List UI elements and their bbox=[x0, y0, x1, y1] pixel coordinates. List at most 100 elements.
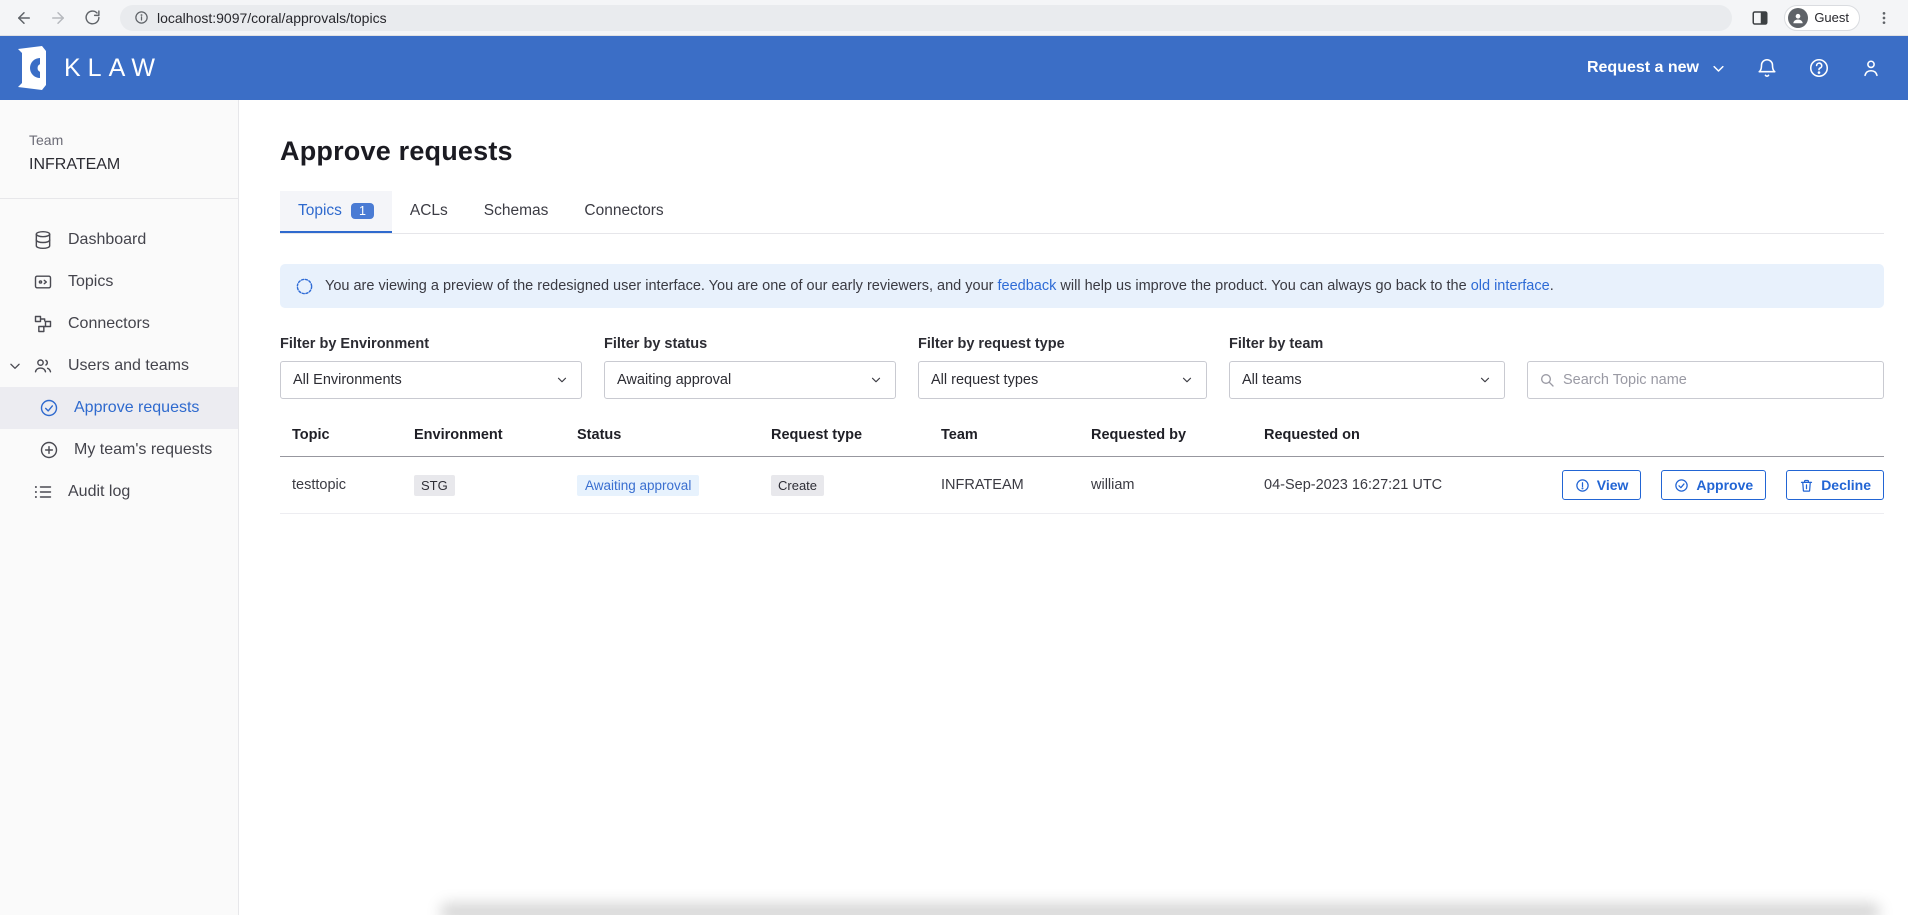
help-button[interactable] bbox=[1808, 57, 1830, 79]
view-button-label: View bbox=[1597, 477, 1629, 493]
col-header-requested-by: Requested by bbox=[1079, 427, 1252, 443]
filter-team-label: Filter by team bbox=[1229, 336, 1505, 352]
notifications-button[interactable] bbox=[1756, 57, 1778, 79]
status-select[interactable]: Awaiting approval bbox=[604, 361, 896, 399]
request-type-select[interactable]: All request types bbox=[918, 361, 1207, 399]
chevron-down-icon bbox=[555, 373, 569, 387]
cell-team: INFRATEAM bbox=[929, 477, 1079, 493]
users-icon bbox=[32, 356, 54, 376]
browser-forward-button[interactable] bbox=[44, 4, 72, 32]
request-a-new-button[interactable]: Request a new bbox=[1587, 59, 1726, 77]
filter-environment-label: Filter by Environment bbox=[280, 336, 582, 352]
browser-back-button[interactable] bbox=[10, 4, 38, 32]
help-icon bbox=[1808, 57, 1830, 79]
search-input[interactable] bbox=[1563, 372, 1872, 388]
sidebar-nav: Dashboard Topics Connectors Users and te… bbox=[0, 219, 238, 513]
sidebar-item-connectors[interactable]: Connectors bbox=[0, 303, 238, 345]
request-type-select-value: All request types bbox=[931, 372, 1180, 388]
browser-profile-chip[interactable]: Guest bbox=[1784, 5, 1860, 31]
request-type-badge: Create bbox=[771, 475, 824, 496]
col-header-team: Team bbox=[929, 427, 1079, 443]
sidebar-item-label: Dashboard bbox=[68, 231, 146, 249]
col-header-topic: Topic bbox=[280, 427, 402, 443]
filter-request-type-label: Filter by request type bbox=[918, 336, 1207, 352]
table-header-row: Topic Environment Status Request type Te… bbox=[280, 427, 1884, 457]
filter-environment: Filter by Environment All Environments bbox=[280, 336, 582, 399]
trash-icon bbox=[1799, 478, 1814, 493]
side-panel-button[interactable] bbox=[1746, 4, 1774, 32]
sidebar-item-topics[interactable]: Topics bbox=[0, 261, 238, 303]
cell-requested-on: 04-Sep-2023 16:27:21 UTC bbox=[1252, 477, 1549, 493]
tab-acls[interactable]: ACLs bbox=[392, 191, 466, 233]
url-text: localhost:9097/coral/approvals/topics bbox=[157, 10, 387, 26]
decline-button[interactable]: Decline bbox=[1786, 470, 1884, 500]
request-a-new-label: Request a new bbox=[1587, 59, 1699, 77]
requests-table: Topic Environment Status Request type Te… bbox=[280, 427, 1884, 514]
team-block: Team INFRATEAM bbox=[0, 100, 238, 199]
sidebar-item-label: My team's requests bbox=[74, 441, 212, 459]
sidebar-item-label: Approve requests bbox=[74, 399, 199, 417]
sidebar-item-dashboard[interactable]: Dashboard bbox=[0, 219, 238, 261]
sidebar-item-label: Connectors bbox=[68, 315, 150, 333]
banner-text-start: You are viewing a preview of the redesig… bbox=[325, 278, 998, 294]
approve-button-label: Approve bbox=[1696, 477, 1753, 493]
info-circle-icon bbox=[1575, 478, 1590, 493]
row-actions: View Approve Decline bbox=[1549, 470, 1884, 500]
team-select[interactable]: All teams bbox=[1229, 361, 1505, 399]
page-title: Approve requests bbox=[280, 136, 1884, 167]
tab-bar: Topics 1 ACLs Schemas Connectors bbox=[280, 191, 1884, 234]
col-header-status: Status bbox=[565, 427, 759, 443]
address-bar[interactable]: localhost:9097/coral/approvals/topics bbox=[120, 5, 1732, 31]
reload-icon bbox=[84, 9, 101, 26]
filter-bar: Filter by Environment All Environments F… bbox=[280, 336, 1884, 399]
avatar bbox=[1788, 8, 1808, 28]
view-button[interactable]: View bbox=[1562, 470, 1642, 500]
approve-button[interactable]: Approve bbox=[1661, 470, 1766, 500]
banner-text-middle: will help us improve the product. You ca… bbox=[1056, 278, 1470, 294]
tab-topics[interactable]: Topics 1 bbox=[280, 191, 392, 233]
environment-select-value: All Environments bbox=[293, 372, 555, 388]
topics-icon bbox=[32, 272, 54, 292]
brand-name: KLAW bbox=[64, 54, 162, 83]
old-interface-link[interactable]: old interface bbox=[1471, 278, 1550, 294]
klaw-logo[interactable] bbox=[12, 45, 52, 91]
environment-badge: STG bbox=[414, 475, 455, 496]
cell-requested-by: william bbox=[1079, 477, 1252, 493]
status-select-value: Awaiting approval bbox=[617, 372, 869, 388]
chevron-down-icon bbox=[1711, 61, 1726, 76]
person-icon bbox=[1791, 11, 1805, 25]
chevron-down-icon[interactable] bbox=[8, 359, 22, 373]
tab-connectors[interactable]: Connectors bbox=[566, 191, 681, 233]
profile-button[interactable] bbox=[1860, 57, 1882, 79]
sidebar-item-users-and-teams[interactable]: Users and teams bbox=[0, 345, 238, 387]
browser-menu-button[interactable] bbox=[1870, 4, 1898, 32]
banner-text-end: . bbox=[1550, 278, 1554, 294]
browser-toolbar: localhost:9097/coral/approvals/topics Gu… bbox=[0, 0, 1908, 36]
sidebar-item-my-teams-requests[interactable]: My team's requests bbox=[0, 429, 238, 471]
kebab-menu-icon bbox=[1876, 10, 1892, 26]
dashboard-icon bbox=[32, 230, 54, 250]
col-header-request-type: Request type bbox=[759, 427, 929, 443]
tab-label: Topics bbox=[298, 202, 342, 220]
search-wrap bbox=[1527, 336, 1884, 399]
bell-icon bbox=[1756, 57, 1778, 79]
team-label: Team bbox=[29, 132, 238, 148]
browser-reload-button[interactable] bbox=[78, 4, 106, 32]
profile-name: Guest bbox=[1814, 10, 1849, 25]
side-panel-icon bbox=[1751, 9, 1769, 27]
search-icon bbox=[1539, 372, 1555, 388]
sidebar-item-approve-requests[interactable]: Approve requests bbox=[0, 387, 238, 429]
sidebar-item-audit-log[interactable]: Audit log bbox=[0, 471, 238, 513]
tab-schemas[interactable]: Schemas bbox=[466, 191, 567, 233]
klaw-logo-icon bbox=[12, 45, 52, 91]
feedback-link[interactable]: feedback bbox=[998, 278, 1057, 294]
chevron-down-icon bbox=[869, 373, 883, 387]
user-icon bbox=[1860, 57, 1882, 79]
preview-info-banner: You are viewing a preview of the redesig… bbox=[280, 264, 1884, 308]
environment-select[interactable]: All Environments bbox=[280, 361, 582, 399]
forward-arrow-icon bbox=[49, 9, 67, 27]
site-info-icon[interactable] bbox=[134, 10, 149, 25]
col-header-requested-on: Requested on bbox=[1252, 427, 1549, 443]
connectors-icon bbox=[32, 314, 54, 334]
back-arrow-icon bbox=[15, 9, 33, 27]
